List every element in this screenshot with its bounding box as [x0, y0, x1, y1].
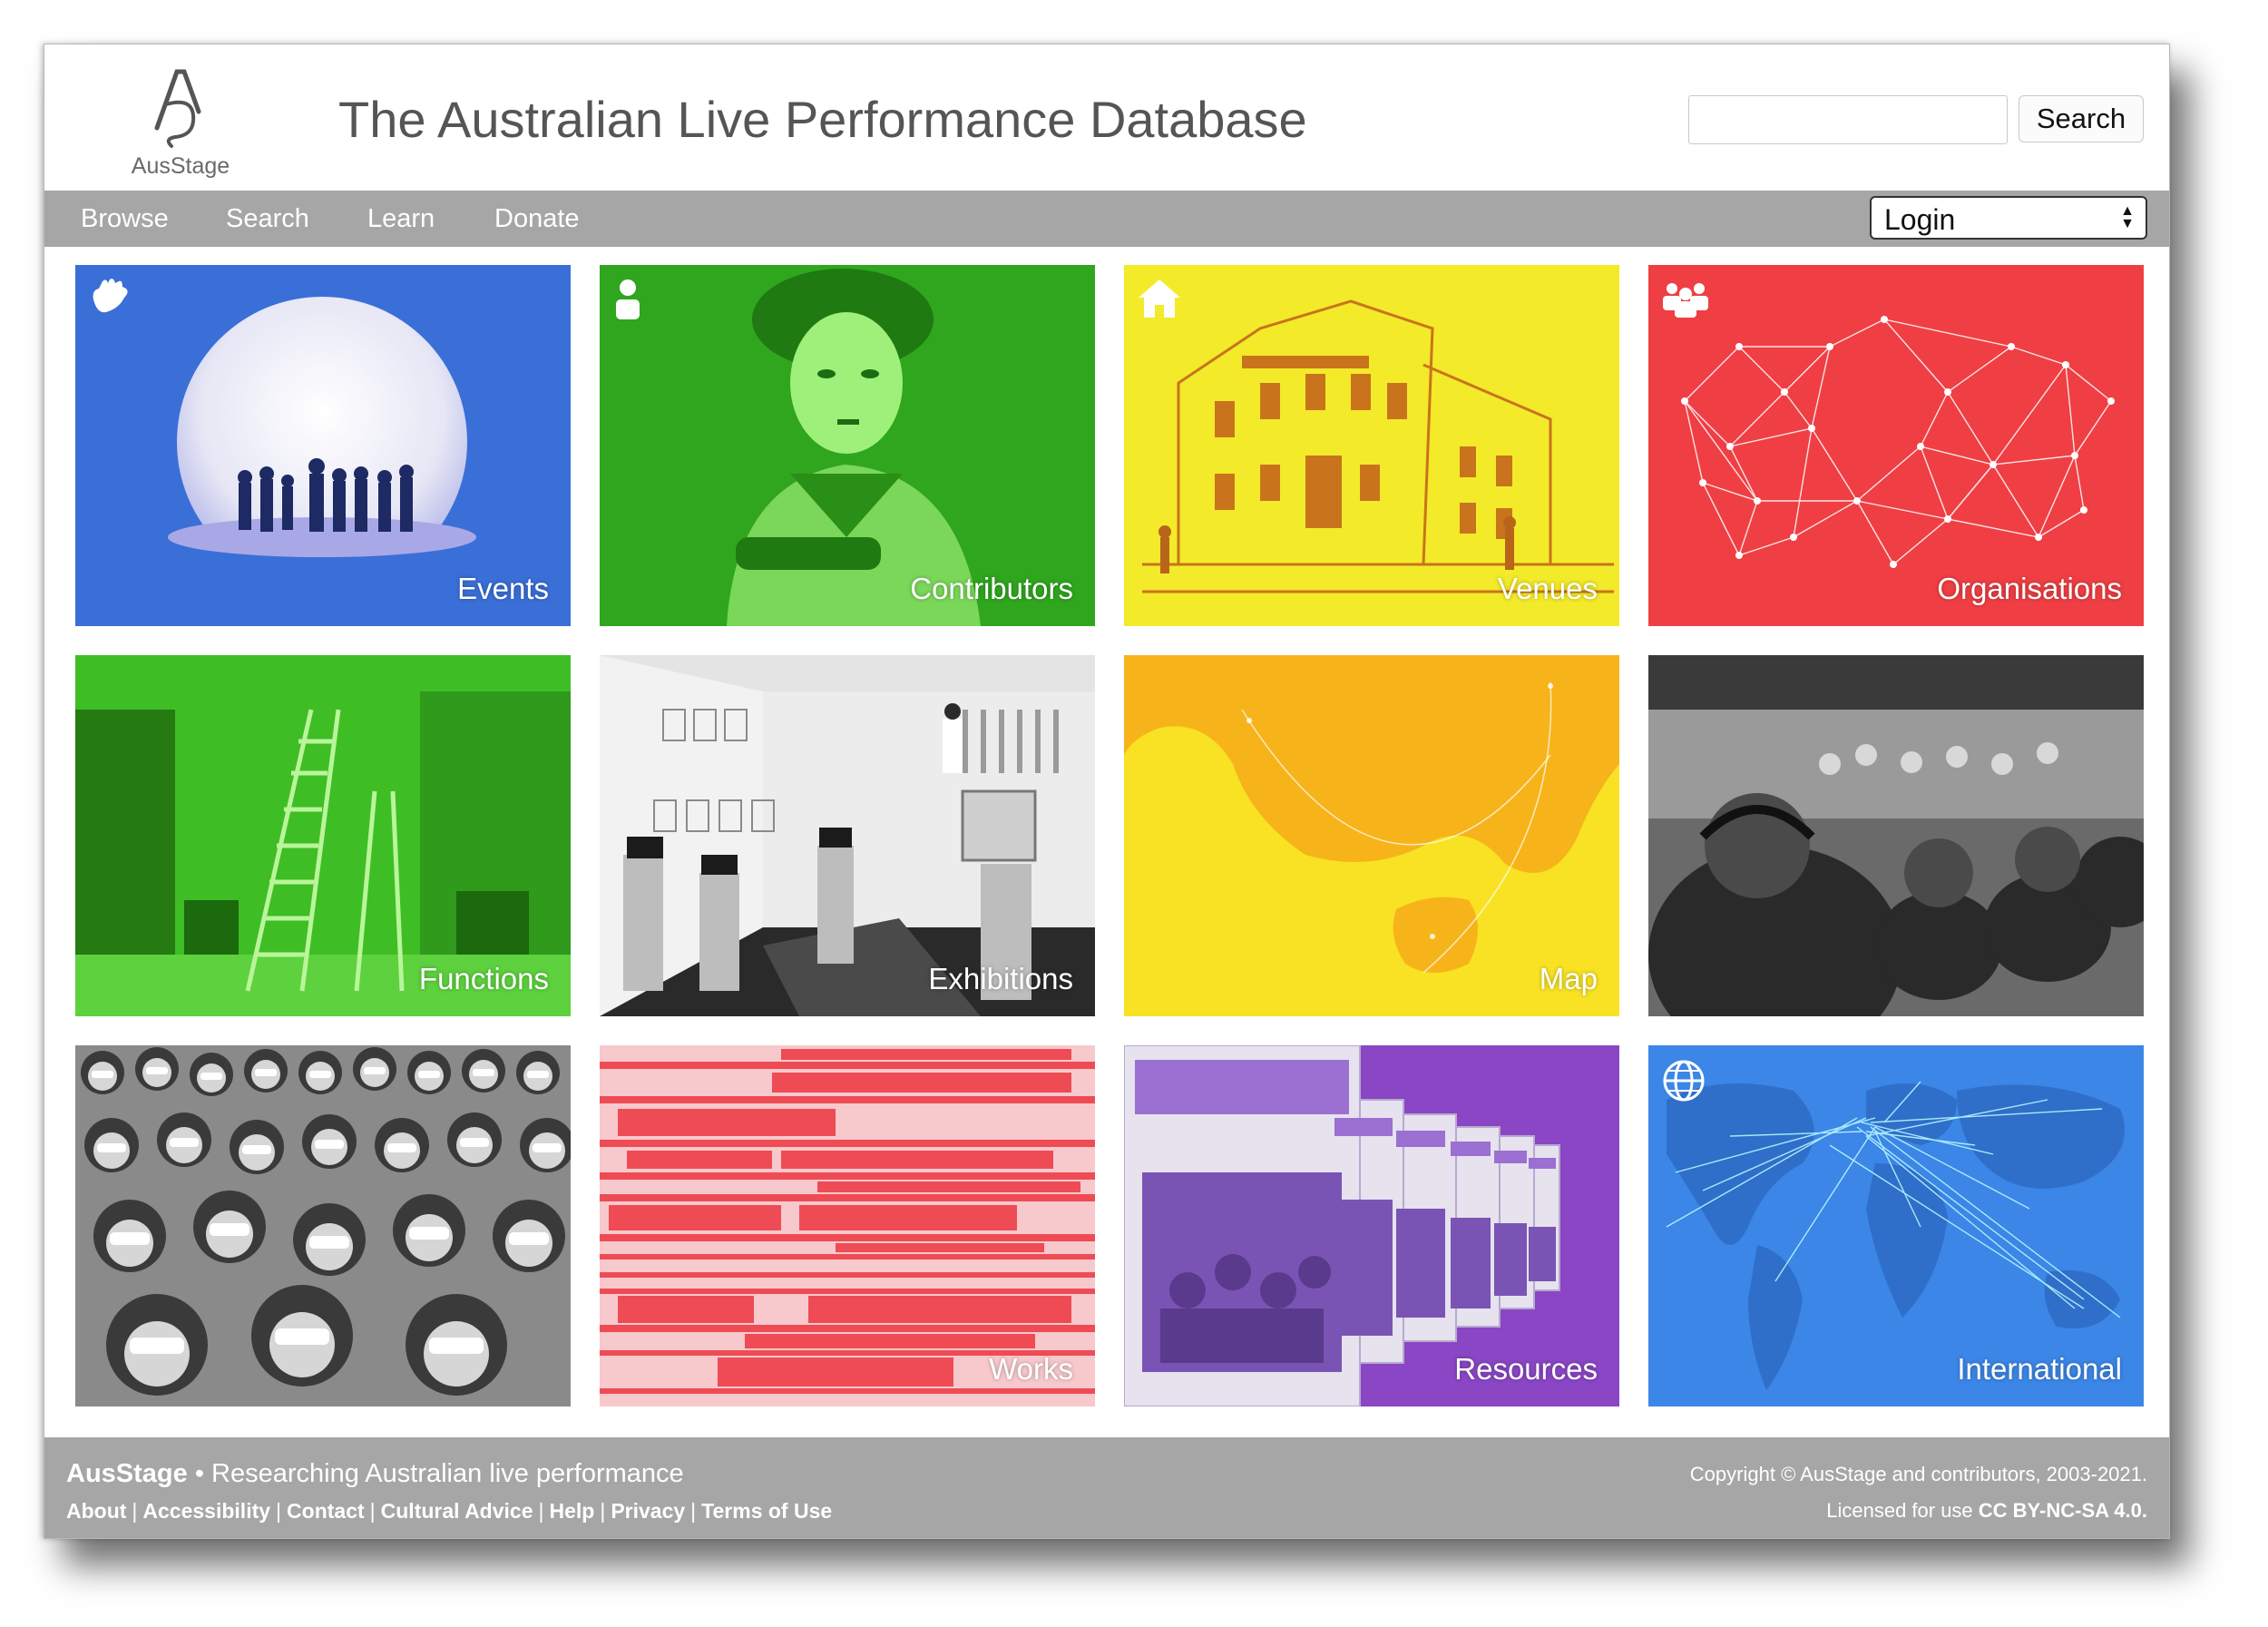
ausstage-logo[interactable]: AusStage	[117, 64, 244, 182]
footer-link-privacy[interactable]: Privacy	[611, 1499, 685, 1523]
tile-map[interactable]: Map	[1124, 655, 1619, 1016]
tile-events[interactable]: Events	[75, 265, 571, 626]
nav-search[interactable]: Search	[226, 204, 309, 234]
footer-separator: |	[276, 1499, 282, 1523]
login-select[interactable]: Login ▲ ▼	[1870, 196, 2147, 240]
footer-license-link[interactable]: CC BY-NC-SA 4.0.	[1979, 1499, 2147, 1522]
footer-separator: |	[538, 1499, 544, 1523]
footer-link-contact[interactable]: Contact	[287, 1499, 365, 1523]
nav-browse[interactable]: Browse	[81, 204, 169, 234]
person-icon	[616, 279, 640, 319]
footer-link-terms[interactable]: Terms of Use	[701, 1499, 832, 1523]
footer-brand: AusStage • Researching Australian live p…	[66, 1459, 684, 1489]
footer-separator: |	[132, 1499, 138, 1523]
tile-label-organisations: Organisations	[1937, 572, 2122, 605]
tile-resources[interactable]: Resources	[1124, 1045, 1619, 1406]
3d-glasses-audience-artwork	[75, 1045, 571, 1406]
footer-link-accessibility[interactable]: Accessibility	[142, 1499, 270, 1523]
footer-license-prefix: Licensed for use	[1826, 1499, 1979, 1522]
tile-3d-audience[interactable]	[75, 1045, 571, 1406]
globe-icon	[1663, 1060, 1705, 1102]
audience-artwork	[1648, 655, 2144, 1016]
footer-tagline: • Researching Australian live performanc…	[187, 1459, 684, 1488]
search-button[interactable]: Search	[2019, 95, 2144, 142]
browser-window: AusStage The Australian Live Performance…	[44, 44, 2170, 1539]
main-nav: Browse Search Learn Donate Login ▲ ▼	[44, 191, 2169, 247]
site-title: The Australian Live Performance Database	[338, 91, 1307, 148]
login-label: Login	[1884, 203, 1956, 236]
tile-label-exhibitions: Exhibitions	[928, 962, 1073, 995]
tile-organisations[interactable]: Organisations	[1648, 265, 2144, 626]
tile-label-contributors: Contributors	[910, 572, 1073, 605]
house-icon	[1139, 279, 1180, 318]
tile-functions[interactable]: Functions	[75, 655, 571, 1016]
hand-icon	[93, 279, 128, 313]
tile-label-functions: Functions	[418, 962, 549, 995]
tile-label-venues: Venues	[1497, 572, 1598, 605]
footer-link-help[interactable]: Help	[549, 1499, 594, 1523]
footer-link-about[interactable]: About	[66, 1499, 126, 1523]
footer-link-cultural-advice[interactable]: Cultural Advice	[381, 1499, 533, 1523]
footer-brand-name: AusStage	[66, 1459, 188, 1488]
tile-label-events: Events	[457, 572, 549, 605]
site-header: AusStage The Australian Live Performance…	[44, 44, 2169, 191]
select-arrows-icon: ▲ ▼	[2120, 203, 2135, 231]
tile-venues[interactable]: Venues	[1124, 265, 1619, 626]
nav-learn[interactable]: Learn	[367, 204, 435, 234]
tile-international[interactable]: International	[1648, 1045, 2144, 1406]
tile-label-map: Map	[1539, 962, 1598, 995]
footer-separator: |	[369, 1499, 376, 1523]
logo-text: AusStage	[131, 153, 230, 179]
nav-donate[interactable]: Donate	[494, 204, 580, 234]
footer-license: Licensed for use CC BY-NC-SA 4.0.	[1826, 1499, 2147, 1523]
tile-works[interactable]: Works	[600, 1045, 1095, 1406]
site-footer: AusStage • Researching Australian live p…	[44, 1437, 2169, 1538]
tile-label-works: Works	[989, 1352, 1073, 1386]
tile-contributors[interactable]: Contributors	[600, 265, 1095, 626]
footer-separator: |	[690, 1499, 697, 1523]
footer-separator: |	[600, 1499, 606, 1523]
tile-label-international: International	[1957, 1352, 2122, 1386]
group-icon	[1663, 283, 1708, 318]
tile-audience[interactable]	[1648, 655, 2144, 1016]
logo-mark-icon	[154, 69, 201, 148]
search-input[interactable]	[1688, 95, 2008, 144]
footer-copyright: Copyright © AusStage and contributors, 2…	[1689, 1463, 2147, 1485]
footer-links: About | Accessibility | Contact | Cultural Adv…	[66, 1499, 832, 1524]
tile-label-resources: Resources	[1454, 1352, 1598, 1386]
tile-exhibitions[interactable]: Exhibitions	[600, 655, 1095, 1016]
